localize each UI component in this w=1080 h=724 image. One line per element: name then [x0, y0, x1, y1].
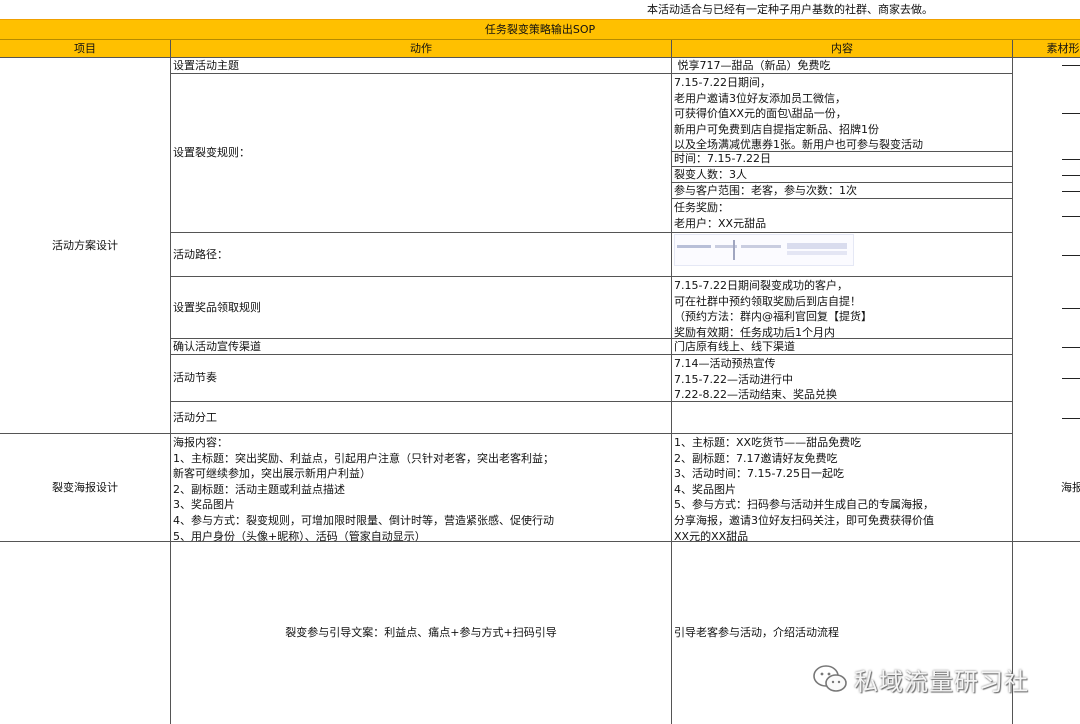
notice-bar: 本活动适合与已经有一定种子用户基数的社群、商家去做。 — [0, 0, 1080, 20]
header-project: 项目 — [0, 40, 171, 57]
row-poster-action[interactable]: 海报内容： 1、主标题：突出奖励、利益点，引起用户注意（只针对老客，突出老客利益… — [171, 434, 672, 542]
row-route-action[interactable]: 活动路径： — [171, 233, 672, 277]
section-poster-design: 裂变海报设计 — [0, 434, 171, 542]
notice-text: 本活动适合与已经有一定种子用户基数的社群、商家去做。 — [647, 3, 933, 16]
table-header: 项目 动作 内容 素材形 — [0, 40, 1080, 58]
row-reward-action[interactable]: 设置奖品领取规则 — [171, 277, 672, 339]
row-theme-action[interactable]: 设置活动主题 — [171, 58, 672, 74]
header-material: 素材形 — [1013, 40, 1080, 57]
material-dash — [1062, 113, 1080, 114]
row-rhythm-action[interactable]: 活动节奏 — [171, 355, 672, 402]
wechat-icon — [813, 665, 847, 692]
row-rules-action[interactable]: 设置裂变规则： — [171, 74, 672, 233]
row-reward-content[interactable]: 7.15-7.22日期间裂变成功的客户， 可在社群中预约领取奖励后到店自提！ （… — [672, 277, 1013, 339]
header-action: 动作 — [171, 40, 672, 57]
row-division-action[interactable]: 活动分工 — [171, 402, 672, 434]
material-dash — [1062, 191, 1080, 192]
row-rules-scope[interactable]: 参与客户范围：老客，参与次数：1次 — [672, 183, 1013, 199]
row-rules-time[interactable]: 时间：7.15-7.22日 — [672, 152, 1013, 167]
sheet-title: 任务裂变策略输出SOP — [0, 20, 1080, 40]
material-dash — [1062, 347, 1080, 348]
row-division-content[interactable] — [672, 402, 1013, 434]
row-rules-content[interactable]: 7.15-7.22日期间， 老用户邀请3位好友添加员工微信， 可获得价值XX元的… — [672, 74, 1013, 152]
section-plan-design: 活动方案设计 — [0, 58, 171, 434]
row-channel-content[interactable]: 门店原有线上、线下渠道 — [672, 339, 1013, 355]
material-dash — [1062, 255, 1080, 256]
row-poster-material: 海报 — [1013, 434, 1080, 542]
material-dash — [1062, 378, 1080, 379]
section-copy — [0, 542, 171, 724]
material-dash — [1062, 216, 1080, 217]
row-copy-action[interactable]: 裂变参与引导文案：利益点、痛点+参与方式+扫码引导 — [171, 542, 672, 724]
row-channel-action[interactable]: 确认活动宣传渠道 — [171, 339, 672, 355]
activity-route-image — [674, 234, 854, 266]
material-dash — [1062, 308, 1080, 309]
row-theme-content[interactable]: 悦享717—甜品（新品）免费吃 — [672, 58, 1013, 74]
row-rules-reward[interactable]: 任务奖励： 老用户：XX元甜品 — [672, 199, 1013, 233]
material-dash — [1062, 418, 1080, 419]
sop-table: 活动方案设计 设置活动主题 悦享717—甜品（新品）免费吃 设置裂变规则： 7.… — [0, 58, 1080, 724]
watermark-text: 私域流量研习社 — [854, 667, 1029, 696]
material-dash — [1062, 65, 1080, 66]
row-poster-content[interactable]: 1、主标题：XX吃货节——甜品免费吃 2、副标题：7.17邀请好友免费吃 3、活… — [672, 434, 1013, 542]
watermark: 私域流量研习社 — [812, 659, 1052, 699]
row-rhythm-content[interactable]: 7.14—活动预热宣传 7.15-7.22—活动进行中 7.22-8.22—活动… — [672, 355, 1013, 402]
material-dash — [1062, 159, 1080, 160]
row-rules-people[interactable]: 裂变人数：3人 — [672, 167, 1013, 183]
header-content: 内容 — [672, 40, 1013, 57]
material-dash — [1062, 175, 1080, 176]
